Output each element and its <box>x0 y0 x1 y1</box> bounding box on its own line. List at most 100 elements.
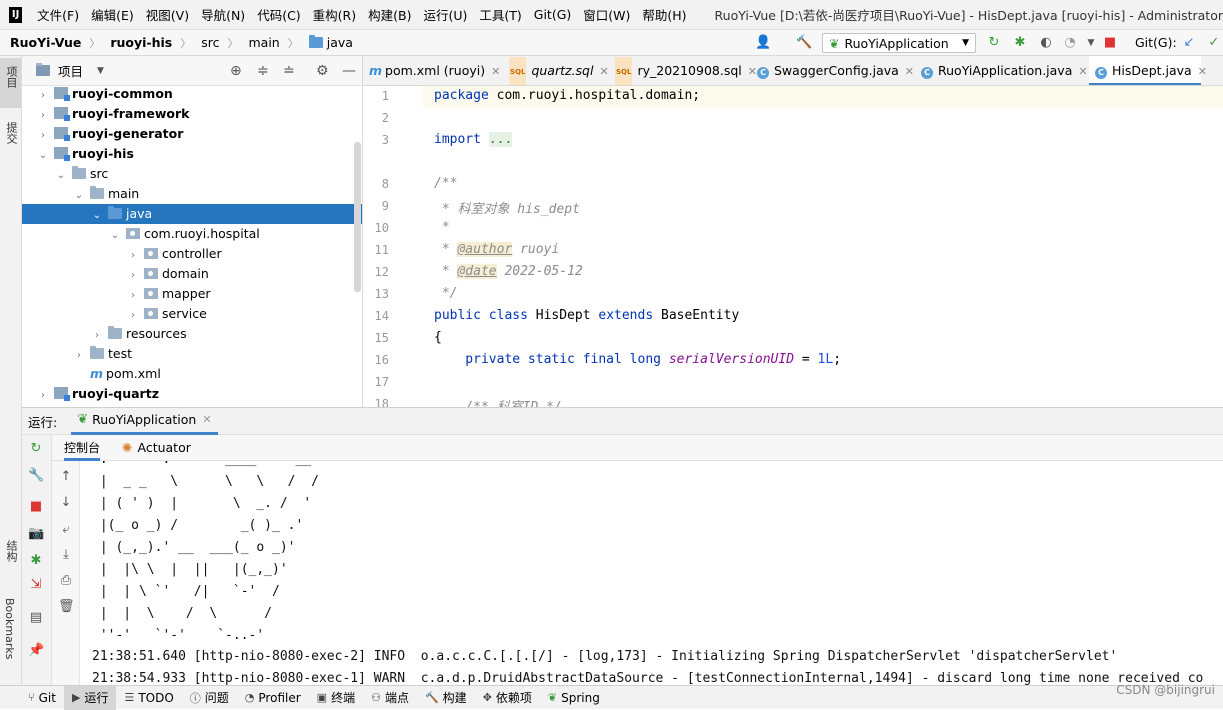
tree-item[interactable]: › controller <box>22 244 362 264</box>
stop-icon[interactable]: ■ <box>28 499 44 515</box>
console-output[interactable]: .-------. ____ __ | _ _ \ \ \ / / | ( ' … <box>80 461 1223 685</box>
menu-git[interactable]: Git(G) <box>528 7 578 22</box>
scroll-to-end-icon[interactable]: ⤓ <box>58 547 74 563</box>
menu-code[interactable]: 代码(C) <box>251 5 306 24</box>
menu-refactor[interactable]: 重构(R) <box>307 5 362 24</box>
menu-file[interactable]: 文件(F) <box>31 5 85 24</box>
chevron-right-icon[interactable]: › <box>92 326 102 346</box>
tree-item[interactable]: › ruoyi-quartz <box>22 384 362 404</box>
editor-tab[interactable]: C RuoYiApplication.java ✕ <box>915 56 1088 85</box>
chevron-right-icon[interactable]: › <box>128 266 138 286</box>
breadcrumb-module[interactable]: ruoyi-his <box>100 35 174 50</box>
menu-edit[interactable]: 编辑(E) <box>85 5 140 24</box>
rerun-icon[interactable]: ↻ <box>987 36 1001 50</box>
chevron-right-icon[interactable]: › <box>38 126 48 146</box>
run-config-tab[interactable]: ❦ RuoYiApplication ✕ <box>71 407 218 435</box>
breadcrumb-main[interactable]: main <box>239 35 282 50</box>
close-icon[interactable]: ✕ <box>491 65 500 78</box>
soft-wrap-icon[interactable]: ⤶ <box>58 522 74 538</box>
chevron-right-icon[interactable]: › <box>38 86 48 106</box>
tree-item[interactable]: ⌄ com.ruoyi.hospital <box>22 224 362 244</box>
tool-problems[interactable]: ⓘ 问题 <box>182 686 237 710</box>
tree-item[interactable]: › resources <box>22 324 362 344</box>
menu-help[interactable]: 帮助(H) <box>636 5 692 24</box>
intellij-logo-icon[interactable]: IJ <box>9 6 23 23</box>
exit-icon[interactable]: ⇲ <box>28 577 44 593</box>
close-icon[interactable]: ✕ <box>202 413 211 426</box>
tool-git[interactable]: ⑂ Git <box>0 686 64 710</box>
chevron-right-icon[interactable]: › <box>128 286 138 306</box>
tree-item[interactable]: ⌄ java <box>22 204 362 224</box>
tree-item[interactable]: ⌄ main <box>22 184 362 204</box>
coverage-icon[interactable]: ◐ <box>1039 36 1053 50</box>
editor-tab[interactable]: SQL quartz.sql ✕ <box>503 56 609 85</box>
debug-bug-icon[interactable]: ✱ <box>28 553 44 569</box>
tool-endpoints[interactable]: ⚇ 端点 <box>363 686 417 710</box>
editor-tab[interactable]: m pom.xml (ruoyi) ✕ <box>363 56 500 85</box>
tool-profiler[interactable]: ◔ Profiler <box>237 686 309 710</box>
gear-icon[interactable]: ⚙ <box>316 63 329 79</box>
wrench-icon[interactable]: 🔧 <box>28 468 44 484</box>
chevron-right-icon[interactable]: › <box>128 306 138 326</box>
locate-icon[interactable]: ⊕ <box>230 63 242 79</box>
user-icon[interactable]: 👤 <box>755 36 771 50</box>
chevron-down-icon[interactable]: ⌄ <box>74 186 84 206</box>
tool-dependencies[interactable]: ✥ 依赖项 <box>475 686 540 710</box>
menu-build[interactable]: 构建(B) <box>362 5 417 24</box>
code-editor[interactable]: 1 2 3 8 9 10 11 12 13 14 15 16 17 18 package com.ruoy… <box>363 86 1223 407</box>
tree-item[interactable]: › service <box>22 304 362 324</box>
collapse-all-icon[interactable]: ≐ <box>283 63 295 79</box>
tree-item[interactable]: › test <box>22 344 362 364</box>
camera-icon[interactable]: 📷 <box>28 526 44 542</box>
chevron-down-icon[interactable]: ▼ <box>1084 36 1098 50</box>
menu-navigate[interactable]: 导航(N) <box>195 5 251 24</box>
breadcrumb-src[interactable]: src <box>191 35 221 50</box>
menu-view[interactable]: 视图(V) <box>140 5 195 24</box>
menu-run[interactable]: 运行(U) <box>417 5 473 24</box>
tree-scrollbar[interactable] <box>354 142 361 292</box>
arrow-up-icon[interactable]: ↑ <box>58 469 74 485</box>
print-icon[interactable]: ⎙ <box>58 573 74 589</box>
project-tool-button[interactable]: 项目 <box>0 58 21 108</box>
rerun-icon[interactable]: ↻ <box>28 441 44 457</box>
project-panel-title[interactable]: 项目 <box>58 61 83 80</box>
debug-bug-icon[interactable]: ✱ <box>1013 36 1027 50</box>
folded-imports[interactable]: ... <box>488 132 513 147</box>
editor-tab[interactable]: SQL ry_20210908.sql ✕ <box>609 56 757 85</box>
chevron-right-icon[interactable]: › <box>38 386 48 406</box>
close-icon[interactable]: ✕ <box>905 65 914 78</box>
expand-all-icon[interactable]: ≑ <box>257 63 269 79</box>
breadcrumb-project[interactable]: RuoYi-Vue <box>0 35 83 50</box>
chevron-down-icon[interactable]: ▼ <box>97 66 104 76</box>
tab-console[interactable]: 控制台 <box>64 435 101 461</box>
tool-run[interactable]: ▶ 运行 <box>63 685 117 710</box>
layout-icon[interactable]: ▤ <box>28 610 44 626</box>
tree-item[interactable]: › mapper <box>22 284 362 304</box>
pin-icon[interactable]: 📌 <box>28 643 44 659</box>
tree-item[interactable]: › domain <box>22 264 362 284</box>
chevron-down-icon[interactable]: ⌄ <box>38 146 48 166</box>
git-commit-icon[interactable]: ✓ <box>1207 36 1221 50</box>
tool-build[interactable]: 🔨 构建 <box>417 686 475 710</box>
profiler-icon[interactable]: ◔ <box>1063 36 1077 50</box>
tool-todo[interactable]: ☰ TODO <box>116 686 181 710</box>
tree-item[interactable]: › ruoyi-generator <box>22 124 362 144</box>
close-icon[interactable]: ✕ <box>1078 65 1087 78</box>
commit-tool-label[interactable]: 提交 <box>3 122 19 144</box>
minimize-icon[interactable]: — <box>342 63 356 79</box>
stop-icon[interactable]: ■ <box>1103 36 1117 50</box>
run-configuration-select[interactable]: ❦ RuoYiApplication ▼ <box>822 33 976 53</box>
tree-item[interactable]: m pom.xml <box>22 364 362 384</box>
breadcrumb-java[interactable]: java <box>299 35 355 50</box>
chevron-right-icon[interactable]: › <box>128 246 138 266</box>
tree-item[interactable]: ⌄ ruoyi-his <box>22 144 362 164</box>
chevron-down-icon[interactable]: ⌄ <box>56 166 66 186</box>
tree-item[interactable]: ⌄ src <box>22 164 362 184</box>
chevron-down-icon[interactable]: ⌄ <box>92 206 102 226</box>
arrow-down-icon[interactable]: ↓ <box>58 495 74 511</box>
chevron-right-icon[interactable]: › <box>38 106 48 126</box>
menu-tools[interactable]: 工具(T) <box>473 5 527 24</box>
menu-window[interactable]: 窗口(W) <box>577 5 636 24</box>
bookmarks-tool-label[interactable]: Bookmarks <box>3 598 16 659</box>
close-icon[interactable]: ✕ <box>599 65 608 78</box>
